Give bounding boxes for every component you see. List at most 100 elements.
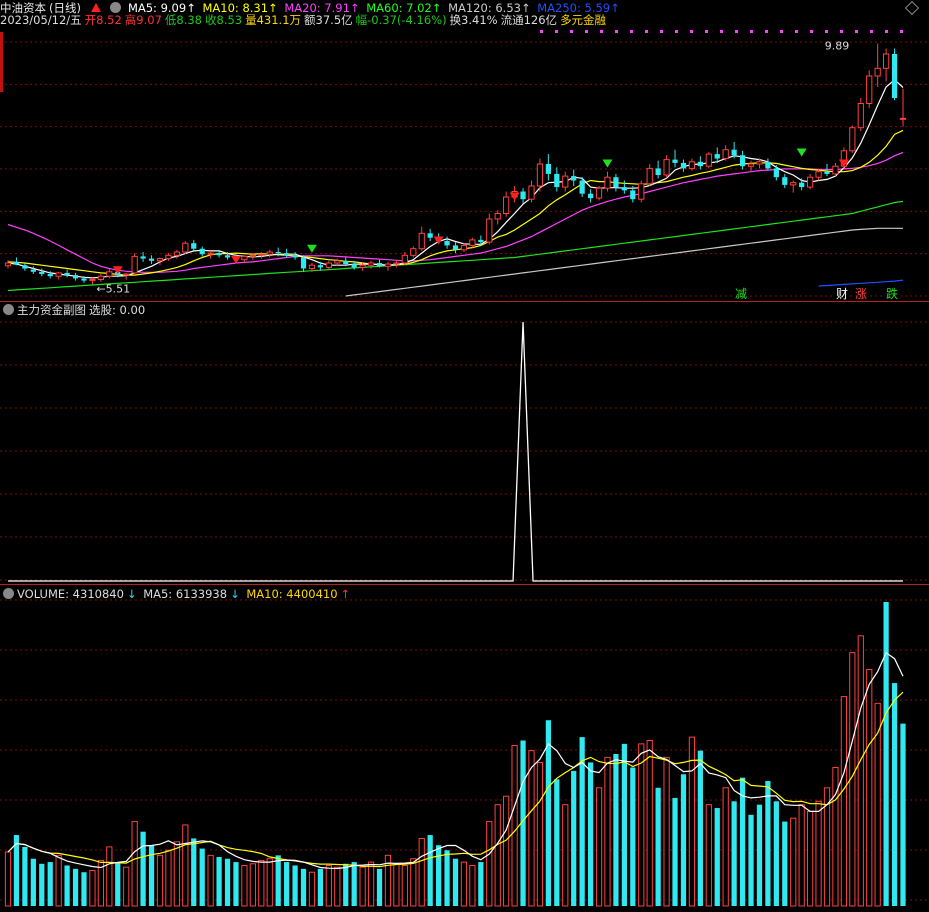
volume-bar	[672, 797, 678, 906]
volume-bar	[156, 854, 164, 907]
candle-body	[131, 255, 138, 274]
signal-dot	[660, 30, 663, 33]
volume-bar	[748, 814, 754, 906]
candle-body	[613, 177, 619, 188]
candle-body	[520, 191, 526, 200]
quote-close: 收8.53	[205, 13, 243, 27]
volume-bar	[4, 851, 12, 907]
candle-body	[765, 161, 771, 169]
volume-bar	[131, 821, 138, 907]
candle-body	[697, 161, 703, 167]
volume-bar	[621, 743, 627, 906]
volume-bar	[123, 866, 130, 907]
signal-dot	[705, 30, 708, 33]
signal-dot	[885, 30, 888, 33]
volume-bar	[241, 864, 248, 907]
settings-icon[interactable]	[3, 304, 14, 315]
down-arrow-icon: ↓	[126, 587, 137, 601]
candle-body	[638, 183, 645, 200]
volume-bar	[300, 868, 307, 906]
volume-bar	[571, 770, 577, 906]
candle-body	[55, 272, 62, 277]
settings-icon[interactable]	[3, 588, 14, 599]
sub-header: 主力资金副图 选股: 0.00	[0, 302, 929, 318]
candle-body	[452, 245, 459, 250]
candle-body	[688, 161, 696, 169]
volume-bar	[72, 868, 79, 906]
candle-body	[249, 254, 256, 257]
candle-body	[747, 163, 755, 167]
volume-bar	[292, 865, 298, 906]
volume-bar	[765, 781, 771, 906]
candle-body	[4, 262, 12, 267]
volume-bar	[191, 838, 197, 906]
quote-open: 开8.52	[84, 13, 122, 27]
vol-ma10: MA10: 4400410	[246, 587, 338, 601]
volume-bar	[595, 787, 603, 907]
volume-bar	[140, 831, 146, 906]
volume-bar	[427, 835, 433, 906]
down-arrow-icon: ↓	[230, 587, 240, 601]
volume-bar	[275, 855, 281, 906]
signal-dot	[630, 30, 633, 33]
candle-body	[325, 262, 332, 268]
candle-body	[874, 67, 881, 77]
quote-change: 幅-0.37(-4.16%)	[355, 13, 447, 27]
candle-body	[680, 162, 687, 169]
volume-bar	[815, 800, 822, 907]
candle-body	[630, 190, 636, 200]
stock-chart[interactable]: 9.89 ←5.51 减 财涨 跌	[0, 0, 929, 909]
volume-bar	[47, 862, 53, 906]
volume-bar	[30, 858, 36, 906]
candle-body	[782, 177, 788, 185]
volume-bar	[680, 774, 687, 906]
volume-bar	[249, 863, 256, 907]
quote-volume: 量431.1万	[245, 13, 302, 27]
candle-body	[891, 54, 898, 98]
candle-body	[367, 262, 375, 266]
candle-body	[376, 263, 383, 267]
candle-body	[571, 176, 577, 181]
quote-high: 高9.07	[124, 13, 162, 27]
volume-bar	[460, 861, 468, 907]
sub-title[interactable]: 主力资金副图	[17, 303, 86, 317]
candle-body	[216, 253, 222, 256]
candle-body	[266, 251, 273, 255]
volume-bar	[173, 841, 180, 907]
quote-turnover: 换3.41%	[449, 13, 498, 27]
volume-bar	[165, 849, 172, 907]
volume-bar	[410, 858, 417, 907]
candle-body	[587, 193, 594, 199]
candle-body	[469, 239, 476, 246]
volume-bar	[115, 862, 121, 906]
scroll-marker	[0, 32, 3, 92]
candle-body	[494, 213, 501, 220]
candle-body	[39, 271, 45, 274]
quote-concept[interactable]: 多元金融	[560, 13, 606, 27]
volume-bar	[638, 743, 645, 907]
high-label: 9.89	[825, 40, 850, 53]
candle-body	[343, 260, 349, 265]
candle-body	[89, 279, 96, 282]
ma250-line	[818, 279, 904, 287]
volume-bar	[731, 801, 737, 906]
candle-body	[528, 185, 535, 200]
candle-body	[97, 275, 104, 281]
volume-bar	[224, 858, 231, 906]
volume-header: VOLUME: 4310840 ↓ MA5: 6133938 ↓ MA10: 440…	[0, 586, 929, 602]
candle-body	[503, 196, 510, 214]
volume-bar	[798, 804, 805, 907]
candle-body	[401, 254, 408, 264]
candle-body	[106, 271, 113, 277]
chart-stage: 9.89 ←5.51 减财涨跌 中油资本 (日线) MA5: 9.09↑ MA10: …	[0, 0, 929, 909]
candle-body	[807, 176, 814, 188]
candle-body	[173, 251, 180, 256]
signal-dot	[690, 30, 693, 33]
candle-body	[857, 103, 864, 129]
candle-body	[536, 163, 544, 187]
candle-body	[714, 154, 720, 159]
volume-bar	[444, 850, 450, 906]
signal-dot	[735, 30, 738, 33]
candle-body	[410, 248, 417, 256]
volume-bar	[613, 754, 619, 906]
